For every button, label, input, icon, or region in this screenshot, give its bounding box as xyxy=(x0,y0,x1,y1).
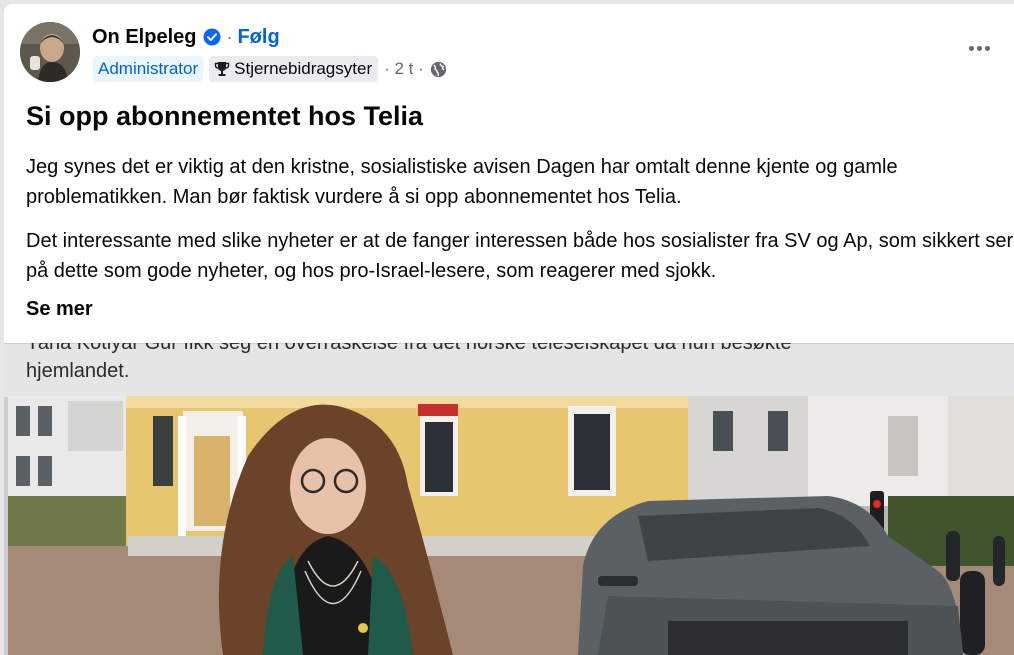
star-contributor-badge[interactable]: Stjernebidragsyter xyxy=(209,56,379,82)
caption-line-2: hjemlandet. xyxy=(26,360,130,382)
author-line: On Elpeleg · Følg xyxy=(92,24,280,50)
more-options-icon[interactable] xyxy=(964,38,994,58)
see-more-button[interactable]: Se mer xyxy=(26,298,93,321)
media-caption: Yana Kotlyar Gur fikk seg en overraskels… xyxy=(4,343,1014,397)
post-header: On Elpeleg · Følg Administrator Stjerneb… xyxy=(4,4,1014,96)
post-media[interactable]: Yana Kotlyar Gur fikk seg en overraskels… xyxy=(4,343,1014,655)
author-name[interactable]: On Elpeleg xyxy=(92,26,196,49)
star-contributor-label: Stjernebidragsyter xyxy=(234,59,373,78)
trophy-icon xyxy=(214,61,230,77)
post-time[interactable]: · 2 t · xyxy=(384,59,424,79)
post-paragraph-1: Jeg synes det er viktig at den kristne, … xyxy=(26,156,898,208)
author-avatar[interactable] xyxy=(20,22,80,82)
verified-badge-icon xyxy=(203,28,221,46)
news-photo xyxy=(8,396,1014,655)
follow-button[interactable]: Følg xyxy=(237,26,279,49)
post-title: Si opp abonnementet hos Telia xyxy=(26,101,424,131)
separator-dot: · xyxy=(226,26,233,47)
post-paragraph-2: Det interessante med slike nyheter er at… xyxy=(26,230,1014,282)
post-card: On Elpeleg · Følg Administrator Stjerneb… xyxy=(4,4,1014,655)
caption-line-1: Yana Kotlyar Gur fikk seg en overraskels… xyxy=(26,343,792,354)
avatar-image xyxy=(20,22,80,82)
meta-line: Administrator Stjernebidragsyter · 2 t · xyxy=(93,56,447,82)
globe-icon xyxy=(430,61,447,78)
admin-badge[interactable]: Administrator xyxy=(93,56,204,82)
